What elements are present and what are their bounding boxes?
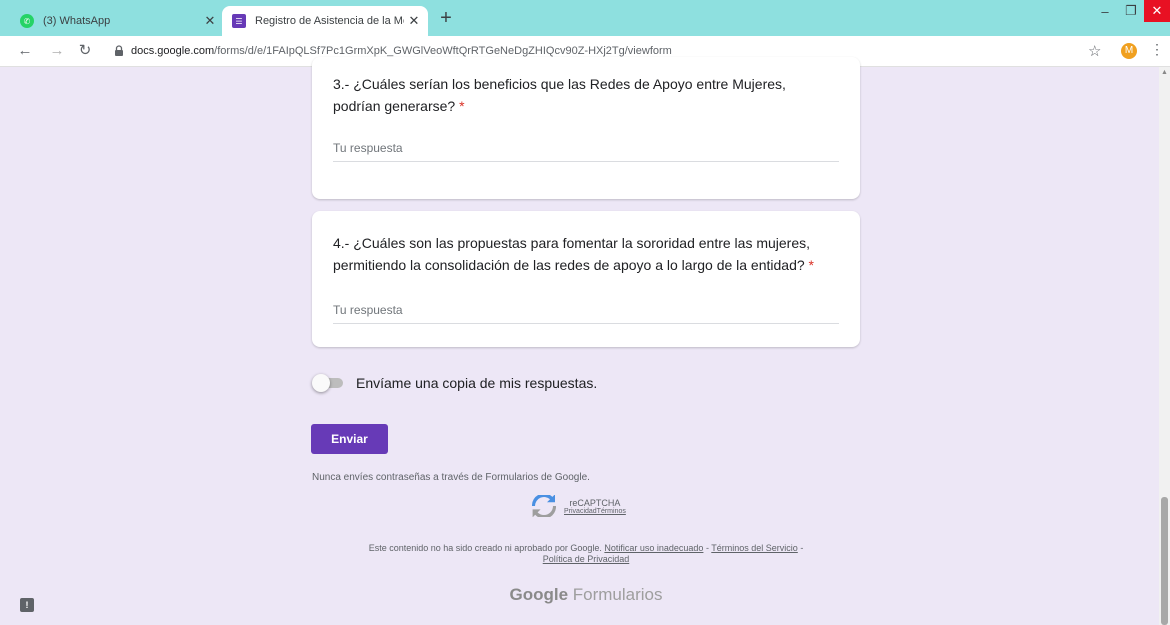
- browser-tab-bar: ✆ (3) WhatsApp ✕ ☰ Registro de Asistenci…: [0, 0, 1170, 36]
- close-window-icon[interactable]: ✕: [1144, 0, 1170, 22]
- url-host: docs.google.com: [131, 45, 215, 57]
- feedback-icon[interactable]: !: [20, 598, 34, 612]
- recaptcha-links[interactable]: PrivacidadTérminos: [564, 508, 626, 515]
- send-copy-label: Envíame una copia de mis respuestas.: [356, 375, 598, 391]
- recaptcha-badge: reCAPTCHA PrivacidadTérminos: [532, 495, 626, 517]
- tab-forms[interactable]: ☰ Registro de Asistencia de la Mes ✕: [222, 6, 428, 36]
- url-path: /forms/d/e/1FAIpQLSf7Pc1GrmXpK_GWGlVeoWf…: [214, 45, 672, 57]
- close-tab-icon[interactable]: ✕: [200, 13, 220, 29]
- whatsapp-icon: ✆: [20, 14, 34, 28]
- form-page: 3.- ¿Cuáles serían los beneficios que la…: [0, 57, 1170, 625]
- password-warning: Nunca envíes contraseñas a través de For…: [312, 472, 590, 483]
- send-copy-row: Envíame una copia de mis respuestas.: [312, 374, 598, 392]
- google-forms-icon: ☰: [232, 14, 246, 28]
- required-asterisk: *: [459, 98, 465, 114]
- question-text: 4.- ¿Cuáles son las propuestas para fome…: [333, 232, 833, 276]
- recaptcha-title: reCAPTCHA: [569, 497, 621, 508]
- separator: -: [797, 543, 804, 553]
- new-tab-button[interactable]: +: [434, 6, 458, 30]
- maximize-icon[interactable]: ❐: [1118, 0, 1144, 22]
- menu-kebab-icon[interactable]: ⋮: [1150, 41, 1164, 58]
- privacy-link[interactable]: Política de Privacidad: [543, 554, 630, 564]
- tab-whatsapp[interactable]: ✆ (3) WhatsApp ✕: [10, 6, 224, 36]
- answer-input[interactable]: Tu respuesta: [333, 141, 839, 162]
- scroll-up-icon[interactable]: ▲: [1161, 69, 1168, 76]
- required-asterisk: *: [808, 257, 814, 273]
- recaptcha-icon: [532, 495, 556, 517]
- question-label: 3.- ¿Cuáles serían los beneficios que la…: [333, 76, 786, 114]
- bookmark-star-icon[interactable]: ☆: [1088, 42, 1101, 60]
- submit-button[interactable]: Enviar: [311, 424, 388, 454]
- scrollbar-thumb[interactable]: [1161, 497, 1168, 625]
- tab-title: (3) WhatsApp: [43, 15, 111, 27]
- toggle-knob: [312, 374, 330, 392]
- answer-input[interactable]: Tu respuesta: [333, 303, 839, 324]
- terms-link[interactable]: Términos del Servicio: [711, 543, 798, 553]
- legal-footer: Este contenido no ha sido creado ni apro…: [312, 543, 860, 565]
- back-icon[interactable]: ←: [16, 42, 34, 60]
- question-card-3: 3.- ¿Cuáles serían los beneficios que la…: [312, 57, 860, 199]
- legal-prefix: Este contenido no ha sido creado ni apro…: [368, 543, 602, 553]
- lock-icon: [115, 45, 123, 56]
- reload-icon[interactable]: ↻: [76, 42, 94, 60]
- question-text: 3.- ¿Cuáles serían los beneficios que la…: [333, 73, 833, 117]
- brand-google: Google: [509, 585, 569, 604]
- forward-icon[interactable]: →: [48, 42, 66, 60]
- google-forms-logo[interactable]: Google Formularios: [312, 585, 860, 605]
- tab-title: Registro de Asistencia de la Mes: [255, 15, 404, 27]
- report-abuse-link[interactable]: Notificar uso inadecuado: [604, 543, 703, 553]
- profile-avatar[interactable]: M: [1121, 43, 1137, 59]
- question-label: 4.- ¿Cuáles son las propuestas para fome…: [333, 235, 811, 273]
- brand-product: Formularios: [572, 585, 663, 604]
- send-copy-toggle[interactable]: [312, 374, 346, 392]
- minimize-icon[interactable]: –: [1092, 0, 1118, 22]
- question-card-4: 4.- ¿Cuáles son las propuestas para fome…: [312, 211, 860, 347]
- close-tab-icon[interactable]: ✕: [404, 13, 424, 29]
